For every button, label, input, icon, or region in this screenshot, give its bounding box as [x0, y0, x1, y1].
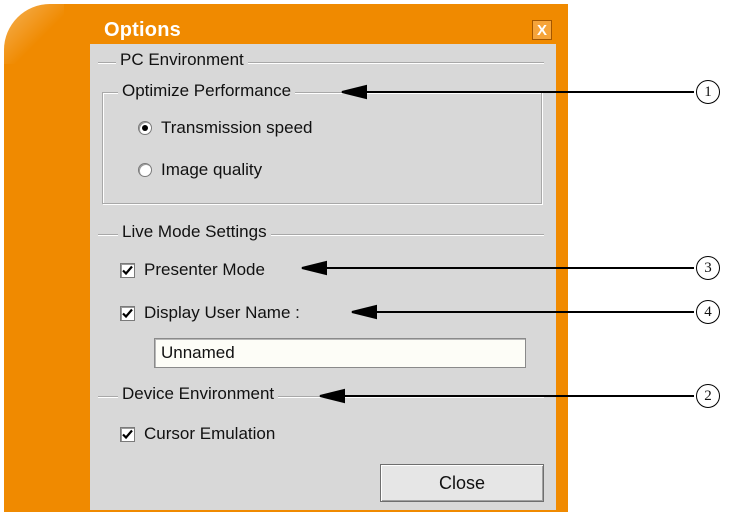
arrowhead-icon [351, 304, 377, 320]
callout-arrows [301, 84, 694, 404]
arrowhead-icon [301, 260, 327, 276]
arrowhead-icon [319, 388, 345, 404]
callout-number: 3 [696, 256, 720, 280]
arrowhead-icon [341, 84, 367, 100]
callout-number: 1 [696, 80, 720, 104]
callout-number: 2 [696, 384, 720, 408]
callout-number: 4 [696, 300, 720, 324]
